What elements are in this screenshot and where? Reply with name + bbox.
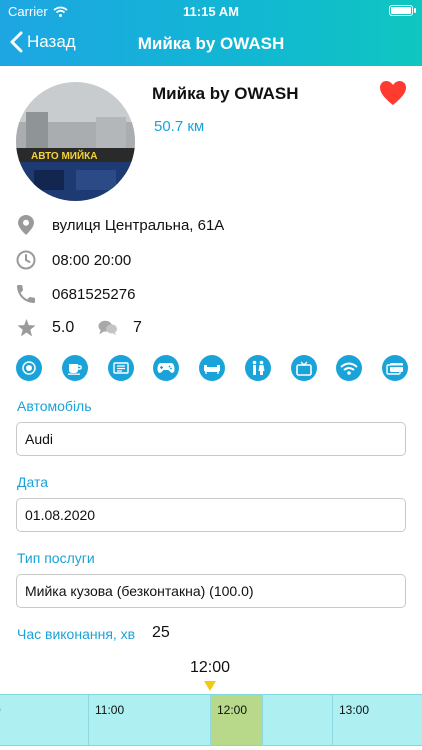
time-slot-label: 12:00 <box>217 703 248 717</box>
photo-sign: АВТО МИЙКА <box>31 149 98 162</box>
service-label: Тип послуги <box>17 550 95 566</box>
car-label: Автомобіль <box>17 398 92 414</box>
restaurant-icon <box>16 355 42 381</box>
duration-value: 25 <box>152 624 170 641</box>
phone-text[interactable]: 0681525276 <box>52 286 135 303</box>
time-slot-label: 11:00 <box>95 703 125 717</box>
time-slot-selected[interactable]: 12:00 <box>210 695 262 745</box>
address-row: вулиця Центральна, 61А <box>16 215 224 235</box>
date-field[interactable]: 01.08.2020 <box>16 498 406 532</box>
distance-label: 50.7 км <box>154 118 205 135</box>
amenities-row <box>16 355 408 381</box>
car-field[interactable]: Audi <box>16 422 406 456</box>
duration-label: Час виконання, хв <box>17 626 136 642</box>
comments-count[interactable]: 7 <box>133 319 142 337</box>
carwash-photo: АВТО МИЙКА <box>16 82 135 201</box>
wifi-icon <box>336 355 363 381</box>
lounge-icon <box>199 355 225 381</box>
timeline-current-time: 12:00 <box>189 659 231 676</box>
battery-icon <box>389 5 416 16</box>
time-slot[interactable]: 13:00 <box>332 695 422 745</box>
date-label: Дата <box>17 474 49 490</box>
location-pin-icon <box>16 215 36 235</box>
rating-value: 5.0 <box>52 319 75 336</box>
time-slot-label: 13:00 <box>339 703 370 717</box>
navbar: Назад Мийка by OWASH <box>0 22 422 66</box>
hours-row: 08:00 20:00 <box>16 250 131 270</box>
page-title: Мийка by OWASH <box>137 34 285 53</box>
carwash-name: Мийка by OWASH <box>152 84 299 103</box>
hours-text: 08:00 20:00 <box>52 251 132 269</box>
favorite-heart-icon[interactable] <box>379 80 407 106</box>
gamepad-icon <box>153 355 180 381</box>
time-slot-label: 0 <box>0 703 1 717</box>
header: Carrier 11:15 AM Назад Мийка by OWASH <box>0 0 422 66</box>
star-icon <box>16 318 36 338</box>
restroom-icon <box>244 355 271 381</box>
status-bar: Carrier 11:15 AM <box>0 0 422 22</box>
timeline-marker-icon <box>204 681 216 691</box>
comments-icon[interactable] <box>98 319 118 337</box>
tv-icon <box>290 355 317 381</box>
status-time: 11:15 AM <box>183 4 239 19</box>
time-slot[interactable] <box>262 695 332 745</box>
vending-icon <box>107 355 134 381</box>
time-slot-timeline[interactable]: 0 11:00 12:00 13:00 <box>0 694 422 746</box>
address-text: вулиця Центральна, 61А <box>52 216 225 234</box>
phone-row[interactable]: 0681525276 <box>16 284 135 304</box>
card-payment-icon <box>382 355 408 381</box>
clock-icon <box>16 250 36 270</box>
coffee-icon <box>61 355 88 381</box>
rating-row: 5.0 7 <box>16 318 142 338</box>
time-slot[interactable]: 11:00 <box>88 695 210 745</box>
phone-icon <box>16 284 36 304</box>
service-field[interactable]: Мийка кузова (безконтакна) (100.0) <box>16 574 406 608</box>
time-slot[interactable]: 0 <box>0 695 90 745</box>
